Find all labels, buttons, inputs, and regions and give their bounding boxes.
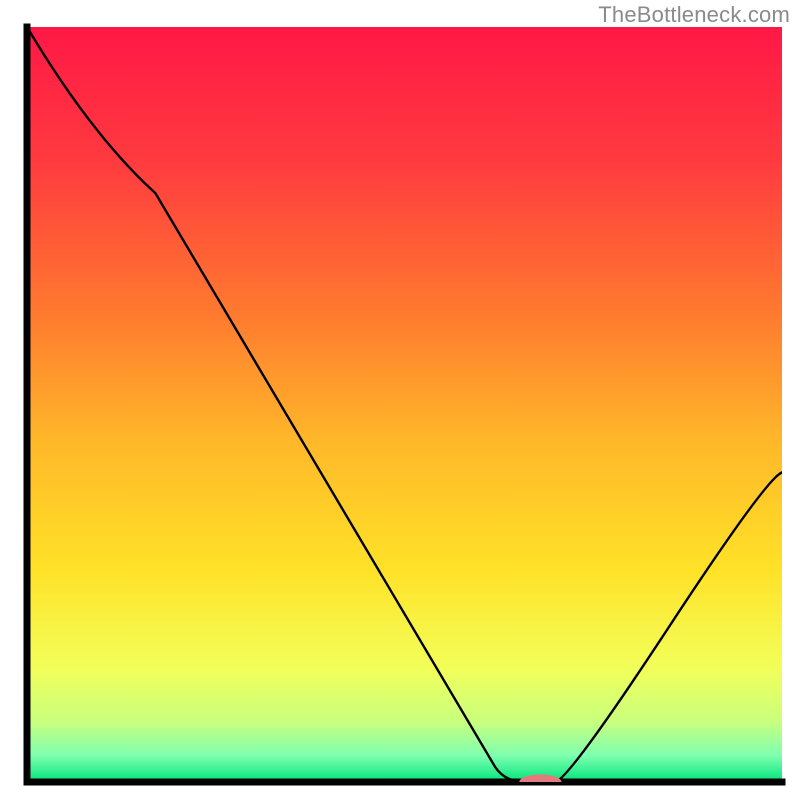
watermark-label: TheBottleneck.com [598,2,790,28]
chart-stage: TheBottleneck.com [0,0,800,800]
bottleneck-chart [0,0,800,800]
plot-background [27,27,782,782]
optimal-marker [519,774,561,789]
